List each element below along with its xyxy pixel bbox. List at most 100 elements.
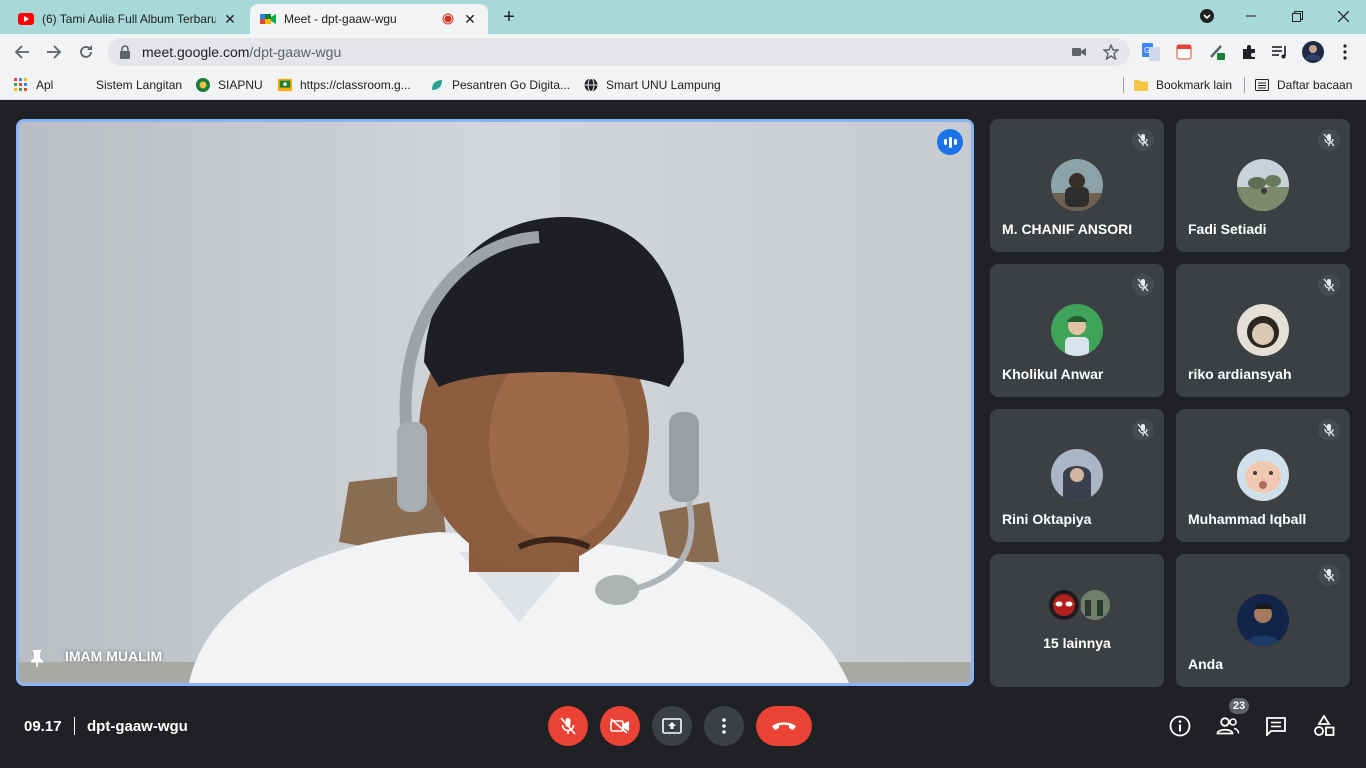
bookmark-other[interactable]: Bookmark lain bbox=[1134, 77, 1232, 93]
minimize-button[interactable] bbox=[1228, 4, 1274, 28]
translate-icon[interactable]: G bbox=[1142, 43, 1160, 61]
speaking-indicator-icon bbox=[937, 129, 963, 155]
mic-off-icon bbox=[1132, 274, 1154, 296]
bookmark-label: SIAPNU bbox=[218, 78, 263, 92]
tab-youtube[interactable]: (6) Tami Aulia Full Album Terbaru ✕ bbox=[8, 4, 248, 34]
toggle-mic-button[interactable] bbox=[548, 706, 588, 746]
participant-tile[interactable]: M. CHANIF ANSORI bbox=[990, 119, 1164, 252]
participant-name: Muhammad Iqball bbox=[1188, 511, 1307, 527]
participant-name: M. CHANIF ANSORI bbox=[1002, 221, 1133, 237]
globe-icon bbox=[584, 78, 598, 92]
chat-icon bbox=[1266, 717, 1286, 736]
profile-avatar[interactable] bbox=[1302, 41, 1324, 63]
bookmark-label: Sistem Langitan bbox=[96, 78, 183, 92]
more-options-button[interactable] bbox=[704, 706, 744, 746]
avatar bbox=[1237, 159, 1289, 211]
bookmark-separator bbox=[1123, 77, 1124, 93]
info-icon bbox=[1169, 715, 1191, 737]
participant-name: Kholikul Anwar bbox=[1002, 366, 1104, 382]
avatar bbox=[1051, 159, 1103, 211]
forward-button[interactable] bbox=[42, 40, 66, 64]
bookmarks-bar: Apl Sistem Langitan SIAPNU https://class… bbox=[0, 70, 1366, 100]
participant-tile[interactable]: riko ardiansyah bbox=[1176, 264, 1350, 397]
restore-icon bbox=[1291, 10, 1303, 22]
bookmark-label: https://classroom.g... bbox=[300, 78, 411, 92]
present-to-all-icon bbox=[662, 718, 682, 734]
avatar bbox=[1237, 594, 1289, 646]
restore-button[interactable] bbox=[1274, 4, 1320, 28]
bookmark-label: Daftar bacaan bbox=[1277, 78, 1353, 92]
mic-off-icon bbox=[1318, 274, 1340, 296]
participant-tile[interactable]: Rini Oktapiya bbox=[990, 409, 1164, 542]
main-speaker-name: IMAM MUALIM bbox=[65, 648, 163, 664]
mic-off-icon bbox=[1132, 129, 1154, 151]
toggle-camera-button[interactable] bbox=[600, 706, 640, 746]
address-bar[interactable]: meet.google.com/dpt-gaaw-wgu bbox=[108, 38, 1130, 66]
bookmark-sistem-langitan[interactable]: Sistem Langitan bbox=[96, 77, 182, 93]
bookmark-classroom[interactable]: https://classroom.g... bbox=[278, 77, 411, 93]
back-button[interactable] bbox=[10, 40, 34, 64]
new-tab-button[interactable]: + bbox=[498, 7, 520, 29]
present-screen-button[interactable] bbox=[652, 706, 692, 746]
leave-call-button[interactable] bbox=[756, 706, 812, 746]
arrow-left-icon bbox=[14, 45, 29, 59]
lock-icon bbox=[120, 45, 130, 59]
close-window-button[interactable] bbox=[1320, 4, 1366, 28]
pin-icon[interactable] bbox=[29, 649, 45, 667]
participant-tile[interactable]: Fadi Setiadi bbox=[1176, 119, 1350, 252]
more-vert-icon bbox=[722, 718, 726, 734]
participant-tile[interactable]: Muhammad Iqball bbox=[1176, 409, 1350, 542]
participants-button[interactable] bbox=[1215, 713, 1241, 739]
bookmark-label: Bookmark lain bbox=[1156, 78, 1233, 92]
edit-extension-icon[interactable] bbox=[1208, 43, 1226, 61]
activities-button[interactable] bbox=[1311, 713, 1337, 739]
bookmark-label: Pesantren Go Digita... bbox=[452, 78, 571, 92]
meeting-details-button[interactable] bbox=[1167, 713, 1193, 739]
participant-name: riko ardiansyah bbox=[1188, 366, 1292, 382]
bookmark-apps[interactable]: Apl bbox=[14, 77, 53, 93]
reload-button[interactable] bbox=[74, 40, 98, 64]
participant-count-badge: 23 bbox=[1229, 698, 1249, 714]
participant-name: Fadi Setiadi bbox=[1188, 221, 1267, 237]
people-icon bbox=[1216, 717, 1240, 735]
call-end-icon bbox=[772, 722, 796, 730]
chat-button[interactable] bbox=[1263, 713, 1289, 739]
arrow-right-icon bbox=[47, 45, 62, 59]
star-icon[interactable] bbox=[1102, 43, 1120, 61]
main-speaker-tile[interactable]: IMAM MUALIM bbox=[16, 119, 974, 686]
speaker-video bbox=[19, 122, 971, 683]
bookmark-siapnu[interactable]: SIAPNU bbox=[196, 77, 263, 93]
self-tile[interactable]: Anda bbox=[1176, 554, 1350, 687]
close-tab-icon[interactable]: ✕ bbox=[222, 11, 238, 27]
bookmark-label: Smart UNU Lampung bbox=[606, 78, 721, 92]
participant-tile[interactable]: Kholikul Anwar bbox=[990, 264, 1164, 397]
media-control-icon[interactable] bbox=[1271, 43, 1289, 61]
meet-icon bbox=[260, 11, 276, 27]
tab-title: Meet - dpt-gaaw-wgu bbox=[284, 12, 397, 26]
url-text: meet.google.com/dpt-gaaw-wgu bbox=[142, 44, 342, 60]
mic-off-icon bbox=[1132, 419, 1154, 441]
participant-name: Anda bbox=[1188, 656, 1223, 672]
reading-list[interactable]: Daftar bacaan bbox=[1255, 77, 1352, 93]
more-participants-tile[interactable]: 15 lainnya bbox=[990, 554, 1164, 687]
bookmark-separator bbox=[1244, 77, 1245, 93]
tab-title: (6) Tami Aulia Full Album Terbaru bbox=[42, 12, 216, 26]
bookmark-label: Apl bbox=[36, 78, 54, 92]
videocam-off-icon bbox=[610, 718, 629, 734]
calendar-icon[interactable] bbox=[1175, 43, 1193, 61]
more-vert-icon[interactable] bbox=[1336, 43, 1354, 61]
bookmark-pesantren-go-digital[interactable]: Pesantren Go Digita... bbox=[430, 77, 570, 93]
tab-search-button[interactable] bbox=[1184, 4, 1230, 28]
mic-off-icon bbox=[560, 717, 576, 735]
reload-icon bbox=[80, 45, 92, 58]
apps-grid-icon bbox=[14, 78, 28, 92]
extensions-puzzle-icon[interactable] bbox=[1240, 43, 1258, 61]
avatar bbox=[1237, 304, 1289, 356]
shapes-icon bbox=[1314, 715, 1335, 736]
recording-dot-icon bbox=[440, 11, 456, 27]
tab-meet[interactable]: Meet - dpt-gaaw-wgu ✕ bbox=[250, 4, 488, 34]
close-tab-icon[interactable]: ✕ bbox=[462, 11, 478, 27]
bookmark-smart-unu[interactable]: Smart UNU Lampung bbox=[584, 77, 721, 93]
avatar bbox=[1051, 304, 1103, 356]
camera-icon[interactable] bbox=[1070, 43, 1088, 61]
